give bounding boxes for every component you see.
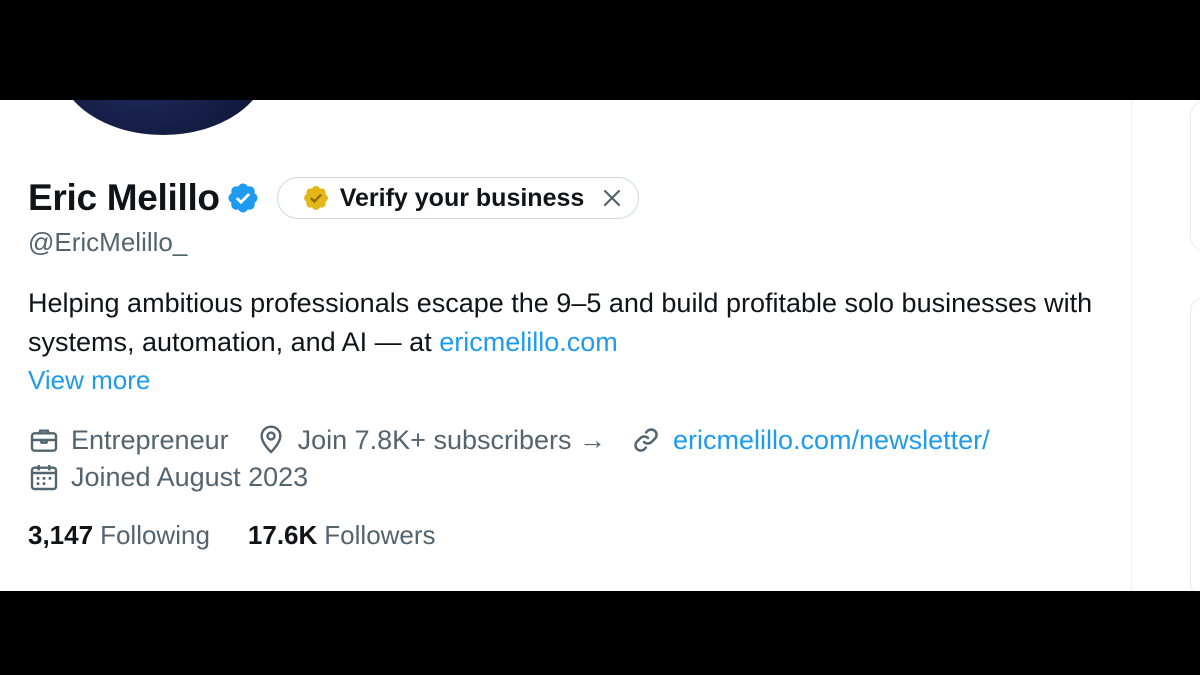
following-count: 3,147 [28,520,94,550]
joined-item: Joined August 2023 [28,461,308,493]
display-name: Eric Melillo [28,177,220,218]
profile-handle: @EricMelillo_ [28,227,188,257]
following-label: Following [100,520,210,550]
sidebar-card [1190,296,1200,591]
verify-business-label: Verify your business [339,183,585,212]
link-icon [630,424,662,456]
profile-meta-row: Entrepreneur Join 7.8K+ subscribers → er… [28,422,990,458]
profile-meta-row-2: Joined August 2023 [28,459,308,495]
location-text: Join 7.8K+ subscribers → [297,424,606,455]
sidebar-card [1190,100,1200,252]
profession-item: Entrepreneur [28,424,229,456]
calendar-icon [28,461,60,493]
website-link[interactable]: ericmelillo.com/newsletter/ [673,425,990,456]
briefcase-icon [28,424,60,456]
name-row: Eric Melillo Verify your business [28,176,640,220]
verified-badge-icon[interactable] [226,181,260,215]
following-link[interactable]: 3,147 Following [28,520,210,551]
close-icon[interactable] [600,186,624,210]
profile-panel: Eric Melillo Verify your business @EricM… [0,100,1200,591]
website-item[interactable]: ericmelillo.com/newsletter/ [630,424,990,456]
joined-text: Joined August 2023 [71,461,309,492]
followers-link[interactable]: 17.6K Followers [248,520,436,551]
profile-avatar[interactable] [58,100,268,135]
followers-label: Followers [324,520,436,550]
verify-business-button[interactable]: Verify your business [276,177,640,219]
followers-count: 17.6K [247,520,318,550]
location-pin-icon [255,424,287,456]
location-item: Join 7.8K+ subscribers → [255,424,606,456]
bio-website-link[interactable]: ericmelillo.com [439,327,618,357]
gold-check-badge-icon [302,184,330,212]
follow-stats: 3,147 Following 17.6K Followers [28,520,436,551]
profession-text: Entrepreneur [71,424,229,455]
right-sidebar-edge [1131,100,1200,591]
view-more-link[interactable]: View more [28,365,150,396]
profile-bio: Helping ambitious professionals escape t… [28,284,1108,362]
